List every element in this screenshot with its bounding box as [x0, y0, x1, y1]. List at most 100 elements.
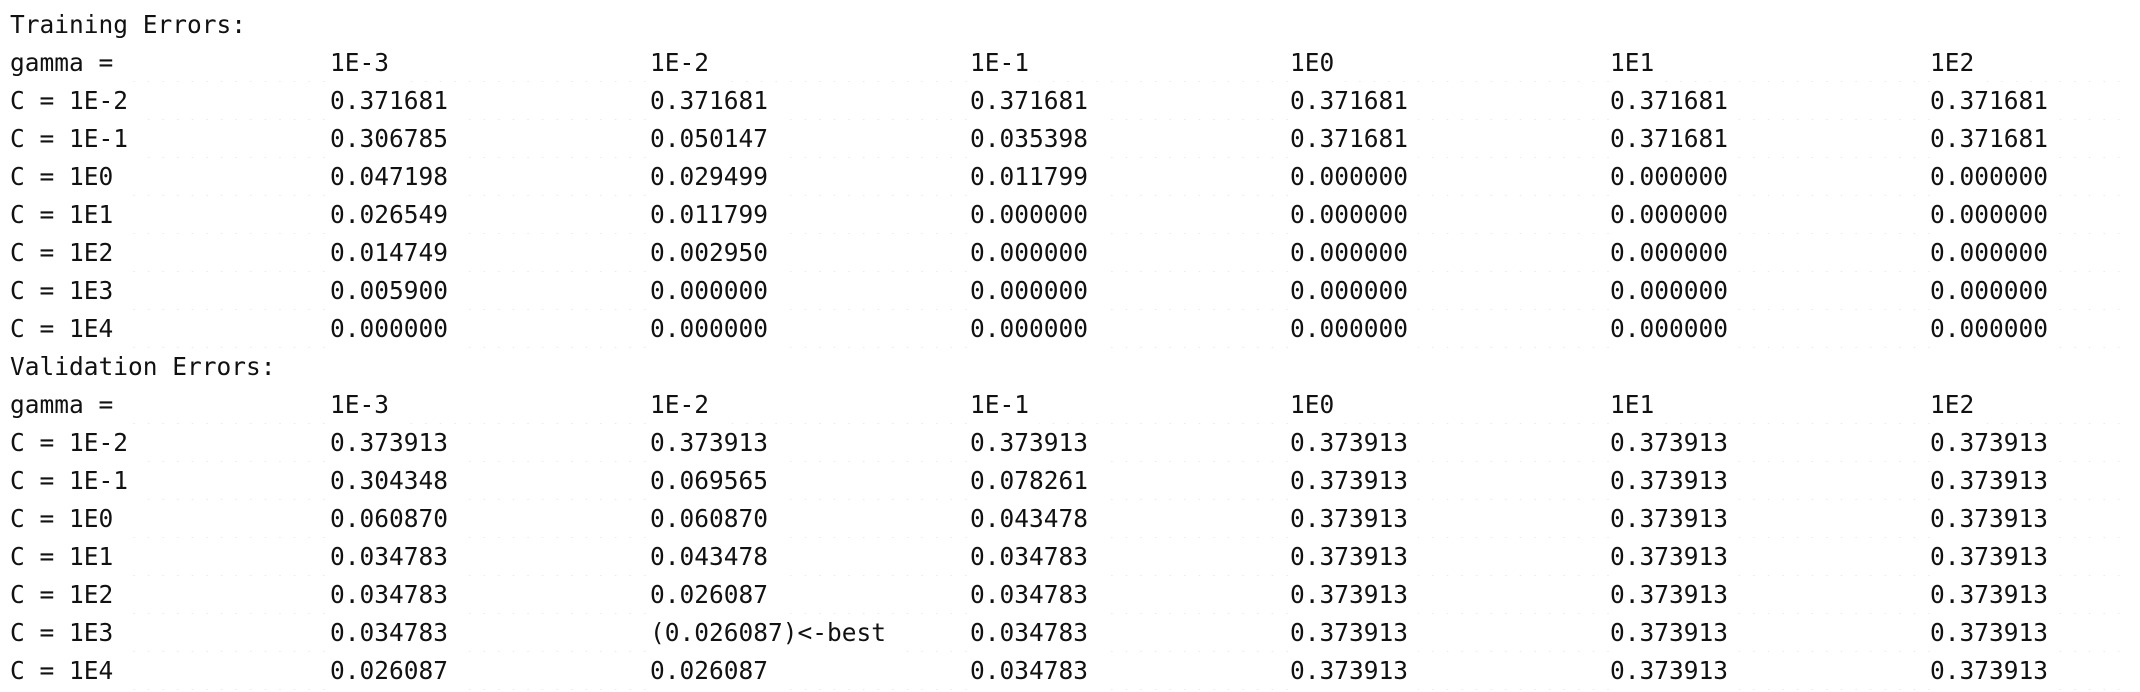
error-value: 0.011799 — [970, 158, 1099, 196]
table-row: C = 1E0 0.047198 0.029499 0.011799 0.000000 0… — [10, 158, 2130, 196]
error-value: 0.371681 — [330, 82, 459, 120]
validation-errors-section: Validation Errors: gamma = 1E-3 1E-2 1E-1 1E0… — [10, 348, 2130, 690]
error-value: 0.371681 — [1290, 120, 1419, 158]
error-value: 0.373913 — [1930, 652, 2059, 690]
error-value: 0.000000 — [1930, 310, 2059, 348]
error-value: 0.000000 — [1610, 310, 1739, 348]
c-label: C = 1E-2 — [10, 424, 139, 462]
error-value: 0.373913 — [1290, 576, 1419, 614]
c-label: C = 1E1 — [10, 196, 124, 234]
error-value: 0.034783 — [970, 538, 1099, 576]
error-value: 0.371681 — [650, 82, 779, 120]
gamma-value: 1E-3 — [330, 386, 400, 424]
error-value: 0.373913 — [1290, 652, 1419, 690]
error-value: 0.014749 — [330, 234, 459, 272]
error-value: 0.034783 — [970, 614, 1099, 652]
error-value: 0.000000 — [1290, 158, 1419, 196]
error-value: 0.373913 — [1930, 424, 2059, 462]
error-value: 0.069565 — [650, 462, 779, 500]
table-row: C = 1E1 0.034783 0.043478 0.034783 0.373913 0… — [10, 538, 2130, 576]
c-label: C = 1E0 — [10, 158, 124, 196]
c-label: C = 1E0 — [10, 500, 124, 538]
training-errors-heading: Training Errors: — [10, 10, 247, 39]
error-value: 0.373913 — [1610, 614, 1739, 652]
table-row: C = 1E1 0.026549 0.011799 0.000000 0.000000 0… — [10, 196, 2130, 234]
c-label: C = 1E4 — [10, 652, 124, 690]
error-value: 0.000000 — [1610, 234, 1739, 272]
error-value: 0.373913 — [970, 424, 1099, 462]
error-value: 0.371681 — [970, 82, 1099, 120]
error-value: 0.373913 — [1610, 424, 1739, 462]
error-value: 0.000000 — [330, 310, 459, 348]
error-value: 0.000000 — [1290, 310, 1419, 348]
error-value: 0.371681 — [1610, 82, 1739, 120]
error-value: 0.304348 — [330, 462, 459, 500]
error-value: 0.026549 — [330, 196, 459, 234]
error-value: 0.000000 — [650, 272, 779, 310]
error-value: 0.035398 — [970, 120, 1099, 158]
c-label: C = 1E-1 — [10, 120, 139, 158]
error-value: 0.373913 — [1610, 462, 1739, 500]
error-value: 0.000000 — [970, 196, 1099, 234]
error-value: 0.373913 — [650, 424, 779, 462]
error-value: 0.373913 — [1290, 500, 1419, 538]
error-value: 0.034783 — [970, 576, 1099, 614]
gamma-value: 1E-1 — [970, 44, 1040, 82]
error-value: 0.043478 — [970, 500, 1099, 538]
gamma-value: 1E0 — [1290, 44, 1345, 82]
error-value: 0.060870 — [330, 500, 459, 538]
gamma-header-row: gamma = 1E-3 1E-2 1E-1 1E0 1E1 1E2 — [10, 44, 2130, 82]
error-value: 0.373913 — [1930, 538, 2059, 576]
error-value: 0.026087 — [330, 652, 459, 690]
error-value: 0.000000 — [970, 310, 1099, 348]
error-value: 0.034783 — [970, 652, 1099, 690]
table-row: C = 1E4 0.026087 0.026087 0.034783 0.373913 0… — [10, 652, 2130, 690]
table-row: C = 1E-1 0.304348 0.069565 0.078261 0.373913… — [10, 462, 2130, 500]
error-value: 0.373913 — [1290, 538, 1419, 576]
error-value: 0.026087 — [650, 652, 779, 690]
training-errors-section: Training Errors: gamma = 1E-3 1E-2 1E-1 1E0 1E… — [10, 6, 2130, 348]
error-value: 0.371681 — [1290, 82, 1419, 120]
gamma-value: 1E1 — [1610, 44, 1665, 82]
c-label: C = 1E3 — [10, 614, 124, 652]
error-value: 0.373913 — [1930, 576, 2059, 614]
error-value: 0.373913 — [1930, 500, 2059, 538]
c-label: C = 1E4 — [10, 310, 124, 348]
error-value: 0.373913 — [1610, 538, 1739, 576]
error-value: 0.011799 — [650, 196, 779, 234]
c-label: C = 1E2 — [10, 576, 124, 614]
error-value: 0.000000 — [1930, 234, 2059, 272]
error-value: 0.000000 — [1610, 196, 1739, 234]
error-value: 0.034783 — [330, 614, 459, 652]
c-label: C = 1E-2 — [10, 82, 139, 120]
gamma-value: 1E-2 — [650, 386, 720, 424]
error-value: 0.373913 — [1930, 462, 2059, 500]
c-label: C = 1E3 — [10, 272, 124, 310]
error-value: 0.000000 — [1610, 272, 1739, 310]
gamma-label: gamma = — [10, 386, 124, 424]
error-value: 0.373913 — [1610, 500, 1739, 538]
c-label: C = 1E1 — [10, 538, 124, 576]
gamma-header-row: gamma = 1E-3 1E-2 1E-1 1E0 1E1 1E2 — [10, 386, 2130, 424]
error-value: 0.043478 — [650, 538, 779, 576]
gamma-label: gamma = — [10, 44, 124, 82]
error-value: 0.000000 — [1290, 234, 1419, 272]
error-value: 0.373913 — [1610, 576, 1739, 614]
error-value: 0.373913 — [330, 424, 459, 462]
error-value: 0.078261 — [970, 462, 1099, 500]
gamma-value: 1E0 — [1290, 386, 1345, 424]
error-value: 0.000000 — [1610, 158, 1739, 196]
error-value: 0.371681 — [1610, 120, 1739, 158]
error-value: 0.050147 — [650, 120, 779, 158]
gamma-value: 1E2 — [1930, 386, 1985, 424]
gamma-value: 1E2 — [1930, 44, 1985, 82]
c-label: C = 1E-1 — [10, 462, 139, 500]
gamma-value: 1E1 — [1610, 386, 1665, 424]
error-value: 0.306785 — [330, 120, 459, 158]
error-value: 0.000000 — [970, 272, 1099, 310]
table-row: C = 1E4 0.000000 0.000000 0.000000 0.000000 0… — [10, 310, 2130, 348]
error-value: 0.029499 — [650, 158, 779, 196]
error-value: 0.373913 — [1930, 614, 2059, 652]
error-value: 0.034783 — [330, 538, 459, 576]
error-value: 0.371681 — [1930, 82, 2059, 120]
